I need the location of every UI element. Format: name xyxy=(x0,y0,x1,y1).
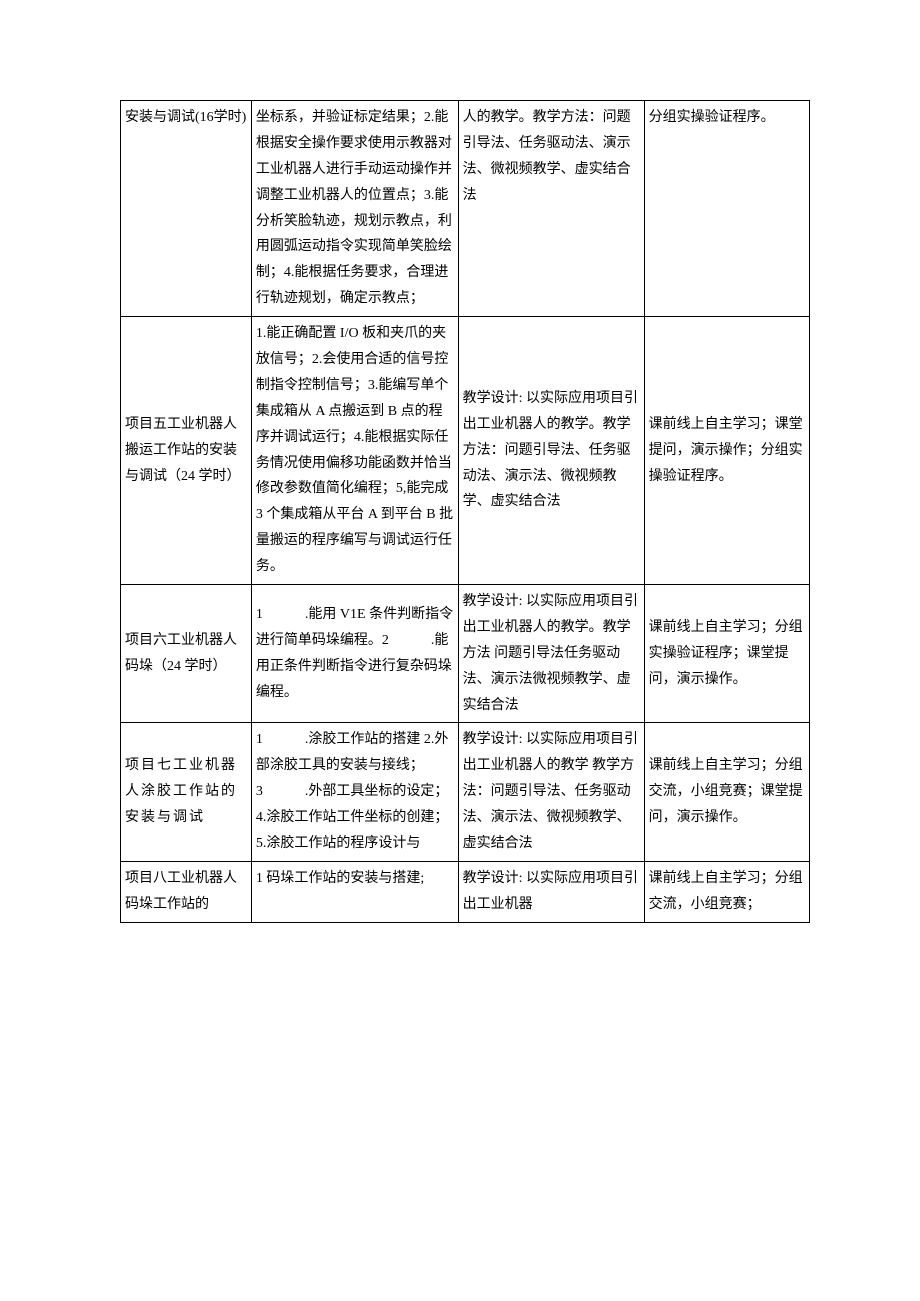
cell-activities: 课前线上自主学习；分组交流，小组竞赛；课堂提问，演示操作。 xyxy=(644,723,809,861)
document-page: 安装与调试(16学时) 坐标系，并验证标定结果；2.能根据安全操作要求使用示教器… xyxy=(0,0,920,963)
curriculum-table: 安装与调试(16学时) 坐标系，并验证标定结果；2.能根据安全操作要求使用示教器… xyxy=(120,100,810,923)
cell-methods: 人的教学。教学方法：问题引导法、任务驱动法、演示法、微视频教学、虚实结合法 xyxy=(458,101,644,317)
cell-methods: 教学设计: 以实际应用项目引出工业机器人的教学。教学方法 问题引导法任务驱动法、… xyxy=(458,585,644,723)
cell-methods: 教学设计: 以实际应用项目引出工业机器人的教学 教学方法：问题引导法、任务驱动法… xyxy=(458,723,644,861)
cell-objectives: 1 码垛工作站的安装与搭建; xyxy=(251,861,458,922)
table-row: 项目五工业机器人搬运工作站的安装与调试（24 学时） 1.能正确配置 I/O 板… xyxy=(121,317,810,585)
table-row: 项目八工业机器人码垛工作站的 1 码垛工作站的安装与搭建; 教学设计: 以实际应… xyxy=(121,861,810,922)
cell-project: 项目五工业机器人搬运工作站的安装与调试（24 学时） xyxy=(121,317,252,585)
cell-objectives: 1 .能用 V1E 条件判断指令进行简单码垛编程。2 .能用正条件判断指令进行复… xyxy=(251,585,458,723)
cell-project: 项目七工业机器人涂胶工作站的安装与调试 xyxy=(121,723,252,861)
cell-activities: 分组实操验证程序。 xyxy=(644,101,809,317)
cell-methods: 教学设计: 以实际应用项目引出工业机器人的教学。教学方法：问题引导法、任务驱动法… xyxy=(458,317,644,585)
cell-activities: 课前线上自主学习；课堂提问，演示操作；分组实操验证程序。 xyxy=(644,317,809,585)
table-row: 项目七工业机器人涂胶工作站的安装与调试 1 .涂胶工作站的搭建 2.外部涂胶工具… xyxy=(121,723,810,861)
cell-project: 项目六工业机器人码垛（24 学时） xyxy=(121,585,252,723)
table-row: 安装与调试(16学时) 坐标系，并验证标定结果；2.能根据安全操作要求使用示教器… xyxy=(121,101,810,317)
cell-methods: 教学设计: 以实际应用项目引出工业机器 xyxy=(458,861,644,922)
cell-project: 项目八工业机器人码垛工作站的 xyxy=(121,861,252,922)
cell-project: 安装与调试(16学时) xyxy=(121,101,252,317)
cell-objectives: 1 .涂胶工作站的搭建 2.外部涂胶工具的安装与接线；3 .外部工具坐标的设定；… xyxy=(251,723,458,861)
cell-activities: 课前线上自主学习；分组交流，小组竞赛； xyxy=(644,861,809,922)
table-row: 项目六工业机器人码垛（24 学时） 1 .能用 V1E 条件判断指令进行简单码垛… xyxy=(121,585,810,723)
cell-objectives: 1.能正确配置 I/O 板和夹爪的夹放信号；2.会使用合适的信号控制指令控制信号… xyxy=(251,317,458,585)
cell-objectives: 坐标系，并验证标定结果；2.能根据安全操作要求使用示教器对工业机器人进行手动运动… xyxy=(251,101,458,317)
cell-activities: 课前线上自主学习；分组实操验证程序；课堂提问，演示操作。 xyxy=(644,585,809,723)
